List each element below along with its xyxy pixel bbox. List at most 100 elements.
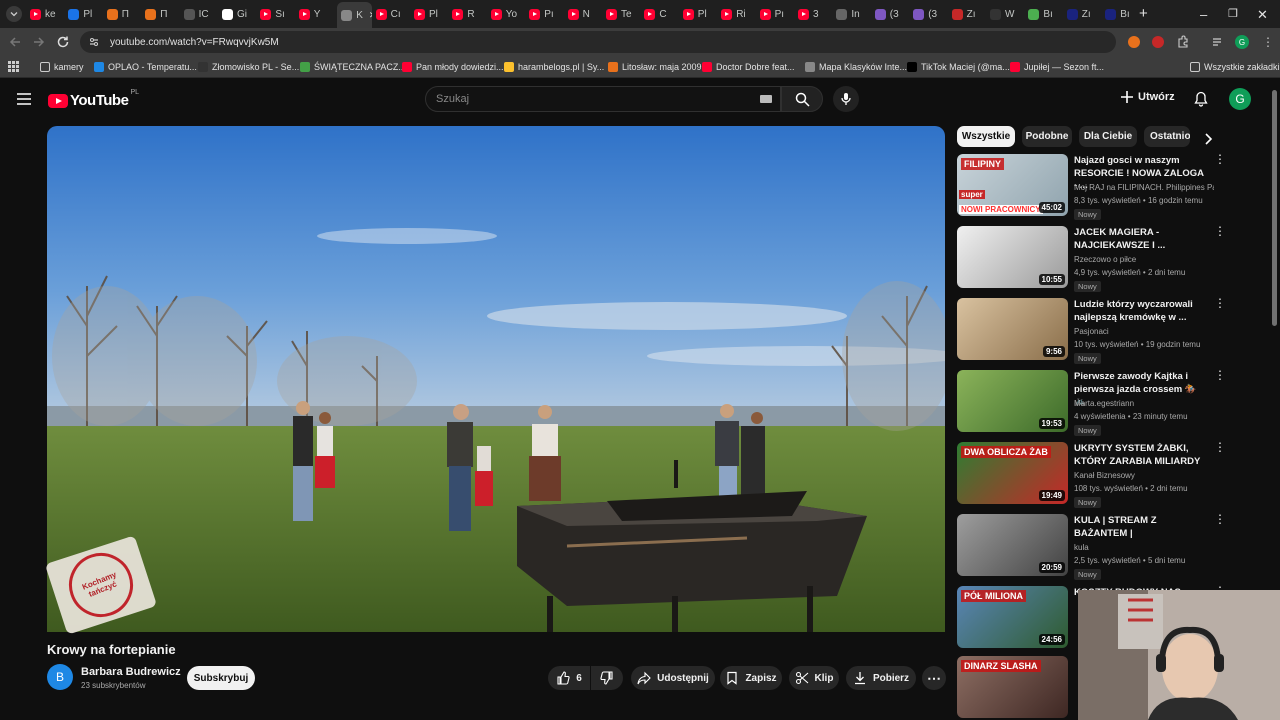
chip-ostatnio[interactable]: Ostatnio	[1144, 126, 1190, 147]
hamburger-menu-icon[interactable]	[17, 93, 31, 105]
video-thumbnail[interactable]: 9:56	[957, 298, 1068, 360]
bookmark-item[interactable]: Mapa Klasyków Inte...	[805, 60, 907, 74]
video-thumbnail[interactable]: DWA OBLICZA ŻAB 19:49	[957, 442, 1068, 504]
channel-avatar[interactable]: B	[47, 664, 73, 690]
close-tab-icon[interactable]: ✕	[369, 10, 372, 21]
recommendation-channel[interactable]: kula	[1074, 543, 1214, 552]
chevron-right-icon[interactable]	[1203, 133, 1213, 145]
browser-tab[interactable]: Bı	[1028, 4, 1062, 24]
bookmark-item[interactable]: harambelogs.pl | Sy...	[504, 60, 604, 74]
forward-icon[interactable]	[32, 35, 46, 49]
browser-tab[interactable]: R	[452, 4, 486, 24]
restore-button[interactable]: ❐	[1228, 7, 1238, 20]
browser-tab[interactable]: Zı	[951, 4, 986, 24]
recommendation-channel[interactable]: Kanał Biznesowy	[1074, 471, 1214, 480]
bookmark-item[interactable]: Jupiłej — Sezon ft...	[1010, 60, 1104, 74]
bookmark-item[interactable]: ŚWIĄTECZNA PACZ...	[300, 60, 406, 74]
browser-tab[interactable]: W	[990, 4, 1024, 24]
minimize-button[interactable]: –	[1200, 7, 1207, 22]
browser-tab[interactable]: Pl	[414, 4, 448, 24]
chip-dla-ciebie[interactable]: Dla Ciebie	[1079, 126, 1137, 147]
browser-tab[interactable]: П	[106, 4, 141, 24]
recommendation-channel[interactable]: Pasjonaci	[1074, 327, 1214, 336]
video-player[interactable]	[47, 126, 945, 632]
browser-tab[interactable]: (3	[913, 4, 947, 24]
video-thumbnail[interactable]: FILIPINY NOWI PRACOWNICY super 45:02	[957, 154, 1068, 216]
more-options-icon[interactable]: ⋮	[1214, 297, 1226, 309]
more-options-icon[interactable]: ⋮	[1214, 153, 1226, 165]
recommendation-channel[interactable]: Moj RAJ na FILIPINACH. Philippines Par..…	[1074, 183, 1214, 192]
browser-tab[interactable]: Cı	[375, 4, 410, 24]
chip-podobne[interactable]: Podobne	[1022, 126, 1072, 147]
video-thumbnail[interactable]: 19:53	[957, 370, 1068, 432]
youtube-logo[interactable]: YouTube PL	[48, 89, 139, 109]
bookmark-item[interactable]: TikTok Maciej (@ma...	[907, 60, 1010, 74]
new-tab-button[interactable]: +	[1139, 5, 1148, 22]
recommendation-title[interactable]: KULA | STREAM Z BAŻANTEM |	[1074, 515, 1207, 540]
bookmark-item[interactable]: Złomowisko PL - Se...	[198, 60, 299, 74]
more-actions-button[interactable]: ⋯	[922, 666, 946, 690]
recommendation-item[interactable]: DWA OBLICZA ŻAB 19:49 UKRYTY SYSTEM ŻABKI,…	[957, 441, 1226, 508]
tab-search-button[interactable]	[6, 6, 22, 22]
more-options-icon[interactable]: ⋮	[1214, 513, 1226, 525]
recommendation-title[interactable]: JACEK MAGIERA - NAJCIEKAWSZE I ...	[1074, 227, 1207, 252]
search-button[interactable]	[781, 86, 823, 112]
profile-avatar[interactable]: G	[1235, 35, 1249, 49]
bookmark-item[interactable]: OPLAO - Temperatu...	[94, 60, 197, 74]
browser-tab[interactable]: Pı	[759, 4, 794, 24]
browser-tab[interactable]: Yo	[490, 4, 525, 24]
bookmark-item[interactable]: kamery	[40, 60, 84, 74]
video-thumbnail[interactable]: DINARZ SLASHA	[957, 656, 1068, 718]
recommendation-title[interactable]: Ludzie którzy wyczarowali najlepszą krem…	[1074, 299, 1207, 324]
video-thumbnail[interactable]: 20:59	[957, 514, 1068, 576]
browser-tab[interactable]: П	[145, 4, 179, 24]
address-bar[interactable]: youtube.com/watch?v=FRwqvvjKw5M	[80, 31, 1116, 53]
video-thumbnail[interactable]: PÓŁ MILIONA 24:56	[957, 586, 1068, 648]
browser-tab[interactable]: C	[644, 4, 678, 24]
bell-icon[interactable]	[1194, 91, 1208, 107]
dislike-button[interactable]	[591, 666, 623, 690]
clip-button[interactable]: Klip	[789, 666, 839, 690]
browser-tab[interactable]: Pl	[68, 4, 102, 24]
extension-icon-1[interactable]	[1128, 36, 1140, 48]
browser-tab[interactable]: K✕	[337, 2, 372, 28]
extensions-puzzle-icon[interactable]	[1176, 35, 1190, 49]
search-input[interactable]: Szukaj	[425, 86, 781, 112]
media-controls-icon[interactable]	[1211, 35, 1225, 49]
browser-tab[interactable]: Y	[298, 4, 333, 24]
more-options-icon[interactable]: ⋮	[1214, 441, 1226, 453]
extension-icon-2[interactable]	[1152, 36, 1164, 48]
download-button[interactable]: Pobierz	[846, 666, 916, 690]
more-options-icon[interactable]: ⋮	[1214, 225, 1226, 237]
browser-tab[interactable]: Sı	[260, 4, 294, 24]
browser-tab[interactable]: Pı	[529, 4, 563, 24]
chrome-menu-icon[interactable]: ⋮	[1262, 35, 1274, 49]
bookmark-item[interactable]: Doctor Dobre feat...	[702, 60, 795, 74]
chip-wszystkie[interactable]: Wszystkie	[957, 126, 1015, 147]
create-button[interactable]: Utwórz	[1120, 90, 1175, 104]
browser-tab[interactable]: Bı	[1105, 4, 1139, 24]
bookmark-item[interactable]: Pan młody dowiedzi...	[402, 60, 504, 74]
recommendation-channel[interactable]: Marta.egestriann	[1074, 399, 1214, 408]
back-icon[interactable]	[8, 35, 22, 49]
recommendation-item[interactable]: 9:56 Ludzie którzy wyczarowali najlepszą …	[957, 297, 1226, 364]
recommendation-item[interactable]: 10:55 JACEK MAGIERA - NAJCIEKAWSZE I ... R…	[957, 225, 1226, 292]
site-info-icon[interactable]	[88, 36, 100, 48]
browser-tab[interactable]: ke	[30, 4, 64, 24]
all-bookmarks[interactable]: Wszystkie zakładki	[1190, 60, 1280, 74]
like-button[interactable]: 6	[548, 666, 590, 690]
user-avatar[interactable]: G	[1229, 88, 1251, 110]
browser-tab[interactable]: Gi	[222, 4, 256, 24]
browser-tab[interactable]: (3	[874, 4, 909, 24]
close-window-button[interactable]: ✕	[1257, 7, 1268, 23]
browser-tab[interactable]: Pl	[682, 4, 717, 24]
save-button[interactable]: Zapisz	[720, 666, 782, 690]
browser-tab[interactable]: IC	[183, 4, 218, 24]
recommendation-item[interactable]: 20:59 KULA | STREAM Z BAŻANTEM | kula 2,5 t…	[957, 513, 1226, 580]
channel-name[interactable]: Barbara Budrewicz	[81, 666, 181, 678]
recommendation-title[interactable]: UKRYTY SYSTEM ŻABKI, KTÓRY ZARABIA MILIA…	[1074, 443, 1207, 468]
browser-tab[interactable]: Zı	[1066, 4, 1101, 24]
browser-tab[interactable]: Ri	[721, 4, 755, 24]
browser-tab[interactable]: 3	[798, 4, 832, 24]
share-button[interactable]: Udostępnij	[631, 666, 715, 690]
